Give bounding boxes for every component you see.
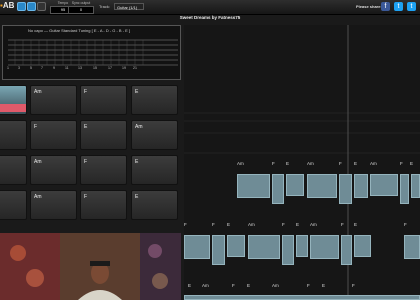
chord-label: F — [400, 161, 403, 166]
twitter-icon[interactable]: t — [394, 2, 403, 11]
chord-label: F — [339, 161, 342, 166]
chord-label: Am — [248, 222, 255, 227]
chord-label: E — [322, 283, 326, 288]
fret-number: 21 — [133, 66, 137, 70]
chord-pad[interactable]: F — [80, 190, 127, 220]
chord-label: E — [296, 222, 300, 227]
settings-button[interactable] — [37, 2, 46, 11]
fretboard — [8, 39, 178, 66]
note-block[interactable] — [212, 235, 225, 265]
note-block[interactable] — [411, 174, 420, 198]
bird-icon[interactable]: t — [407, 2, 416, 11]
note-block[interactable] — [286, 174, 304, 196]
chord-label: F — [184, 222, 187, 227]
chord-label: E — [286, 161, 290, 166]
note-block[interactable] — [341, 235, 352, 265]
chord-label: Am — [272, 283, 279, 288]
chord-label: E — [354, 222, 358, 227]
fret-number: 19 — [122, 66, 126, 70]
chord-pad[interactable]: F — [0, 120, 27, 150]
video-frame — [0, 233, 181, 300]
chord-label: F — [282, 222, 285, 227]
sync-value[interactable]: 0 — [68, 6, 94, 14]
note-block[interactable] — [400, 174, 409, 204]
chord-pad[interactable]: Am — [131, 120, 178, 150]
facebook-icon[interactable]: f — [381, 2, 390, 11]
note-block[interactable] — [184, 235, 210, 259]
top-toolbar: ▪AB Tempo 95 Sync output 0 Track: Guitar… — [0, 0, 420, 15]
fret-number: 15 — [93, 66, 97, 70]
note-block[interactable] — [296, 235, 308, 257]
video-player[interactable] — [0, 233, 181, 300]
fret-number: 1 — [7, 66, 9, 70]
note-block[interactable] — [354, 174, 368, 198]
fret-number: 3 — [18, 66, 20, 70]
chord-pad[interactable]: E — [0, 155, 27, 185]
fret-number: 13 — [78, 66, 82, 70]
chord-pad[interactable]: F — [30, 120, 77, 150]
chord-diagram-panel — [2, 25, 181, 80]
app-logo: ▪AB — [0, 1, 15, 10]
chord-label: Am — [370, 161, 377, 166]
fret-number: 11 — [65, 66, 69, 70]
fret-number: 17 — [108, 66, 112, 70]
play-button[interactable] — [17, 2, 26, 11]
note-block[interactable] — [237, 174, 270, 198]
chord-label: F — [232, 283, 235, 288]
chord-label: E — [247, 283, 251, 288]
chord-label: Am — [237, 161, 244, 166]
fret-number: 9 — [53, 66, 55, 70]
note-block[interactable] — [404, 235, 420, 259]
chord-label: F — [307, 283, 310, 288]
chord-pad[interactable]: E — [80, 120, 127, 150]
fret-number: 5 — [30, 66, 32, 70]
chord-label: F — [404, 222, 407, 227]
chord-pad[interactable]: Am — [30, 190, 77, 220]
chord-pad[interactable]: F — [0, 190, 27, 220]
timeline-lane: Am F E Am F E Am F E — [184, 160, 420, 210]
chord-pad[interactable]: E — [131, 155, 178, 185]
note-block[interactable] — [282, 235, 294, 265]
song-title: Sweet Dreams by Fatness75 — [179, 15, 241, 20]
chord-label: Am — [307, 161, 314, 166]
chord-label: E — [410, 161, 414, 166]
timeline-lane: E Am F E Am F E F — [184, 282, 420, 300]
sync-label: Sync output — [71, 1, 91, 5]
chord-pad[interactable]: Am — [30, 155, 77, 185]
chord-pad-grid: Am F E F F E Am E Am F E F Am F E — [0, 85, 181, 225]
note-block[interactable] — [184, 295, 420, 300]
tuning-label: No capo — Guitar Standard Tuning [ E - A… — [28, 28, 131, 33]
chord-label: E — [188, 283, 192, 288]
note-block[interactable] — [272, 174, 284, 204]
fret-number: 7 — [41, 66, 43, 70]
note-block[interactable] — [307, 174, 337, 198]
chord-pad[interactable]: Am — [30, 85, 77, 115]
note-block[interactable] — [227, 235, 245, 257]
chord-label: E — [227, 222, 231, 227]
sync-control[interactable]: Sync output 0 — [68, 1, 94, 14]
share-label: Please share: — [356, 4, 382, 9]
active-indicator — [0, 104, 26, 112]
chord-label: Am — [310, 222, 317, 227]
chord-label: F — [352, 283, 355, 288]
note-block[interactable] — [310, 235, 339, 259]
chord-label: F — [341, 222, 344, 227]
note-block[interactable] — [248, 235, 280, 259]
note-block[interactable] — [370, 174, 398, 196]
track-label: Track: — [99, 4, 110, 9]
chord-pad[interactable]: E — [131, 85, 178, 115]
chord-label: F — [212, 222, 215, 227]
chord-pad[interactable] — [0, 85, 27, 115]
timeline-lane: F F E Am F E Am F E F — [184, 221, 420, 271]
chord-pad[interactable]: F — [80, 85, 127, 115]
chord-label: F — [272, 161, 275, 166]
chord-pad[interactable]: E — [131, 190, 178, 220]
note-block[interactable] — [354, 235, 371, 257]
track-select[interactable]: Guitar (1/1) — [114, 3, 144, 10]
chord-pad[interactable]: F — [80, 155, 127, 185]
loop-button[interactable] — [27, 2, 36, 11]
note-block[interactable] — [339, 174, 352, 204]
chord-label: Am — [202, 283, 209, 288]
chord-label: E — [354, 161, 358, 166]
